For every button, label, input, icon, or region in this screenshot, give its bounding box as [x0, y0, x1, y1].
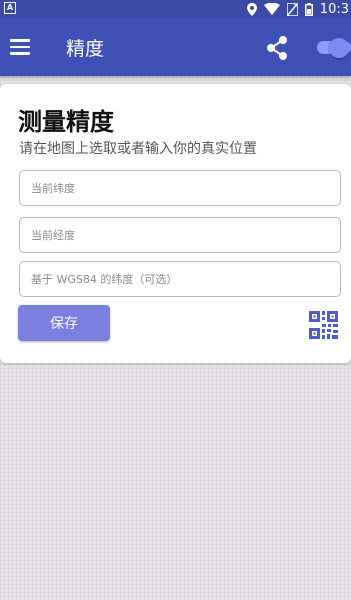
page-title: 精度 — [66, 38, 105, 60]
wgs84-latitude-input[interactable] — [19, 261, 341, 297]
wifi-icon — [263, 3, 280, 15]
battery-icon — [304, 2, 313, 16]
latitude-input[interactable] — [19, 170, 341, 206]
toggle-thumb — [329, 38, 349, 58]
app-bar: 精度 — [0, 18, 351, 76]
location-icon — [246, 2, 257, 16]
qr-code-icon[interactable] — [309, 311, 338, 339]
accuracy-card: 测量精度 请在地图上选取或者输入你的真实位置 保存 — [0, 84, 351, 363]
toggle-switch[interactable] — [313, 38, 351, 58]
card-subtitle: 请在地图上选取或者输入你的真实位置 — [19, 141, 257, 157]
clock: 10:3 — [319, 1, 349, 17]
no-sim-icon — [286, 2, 298, 16]
save-button[interactable]: 保存 — [18, 305, 110, 341]
card-title: 测量精度 — [18, 108, 114, 136]
menu-icon[interactable] — [10, 39, 30, 55]
longitude-input[interactable] — [19, 217, 341, 253]
status-bar: A 10:3 — [0, 0, 351, 18]
notification-a-icon: A — [4, 2, 16, 14]
share-icon[interactable] — [264, 35, 290, 61]
